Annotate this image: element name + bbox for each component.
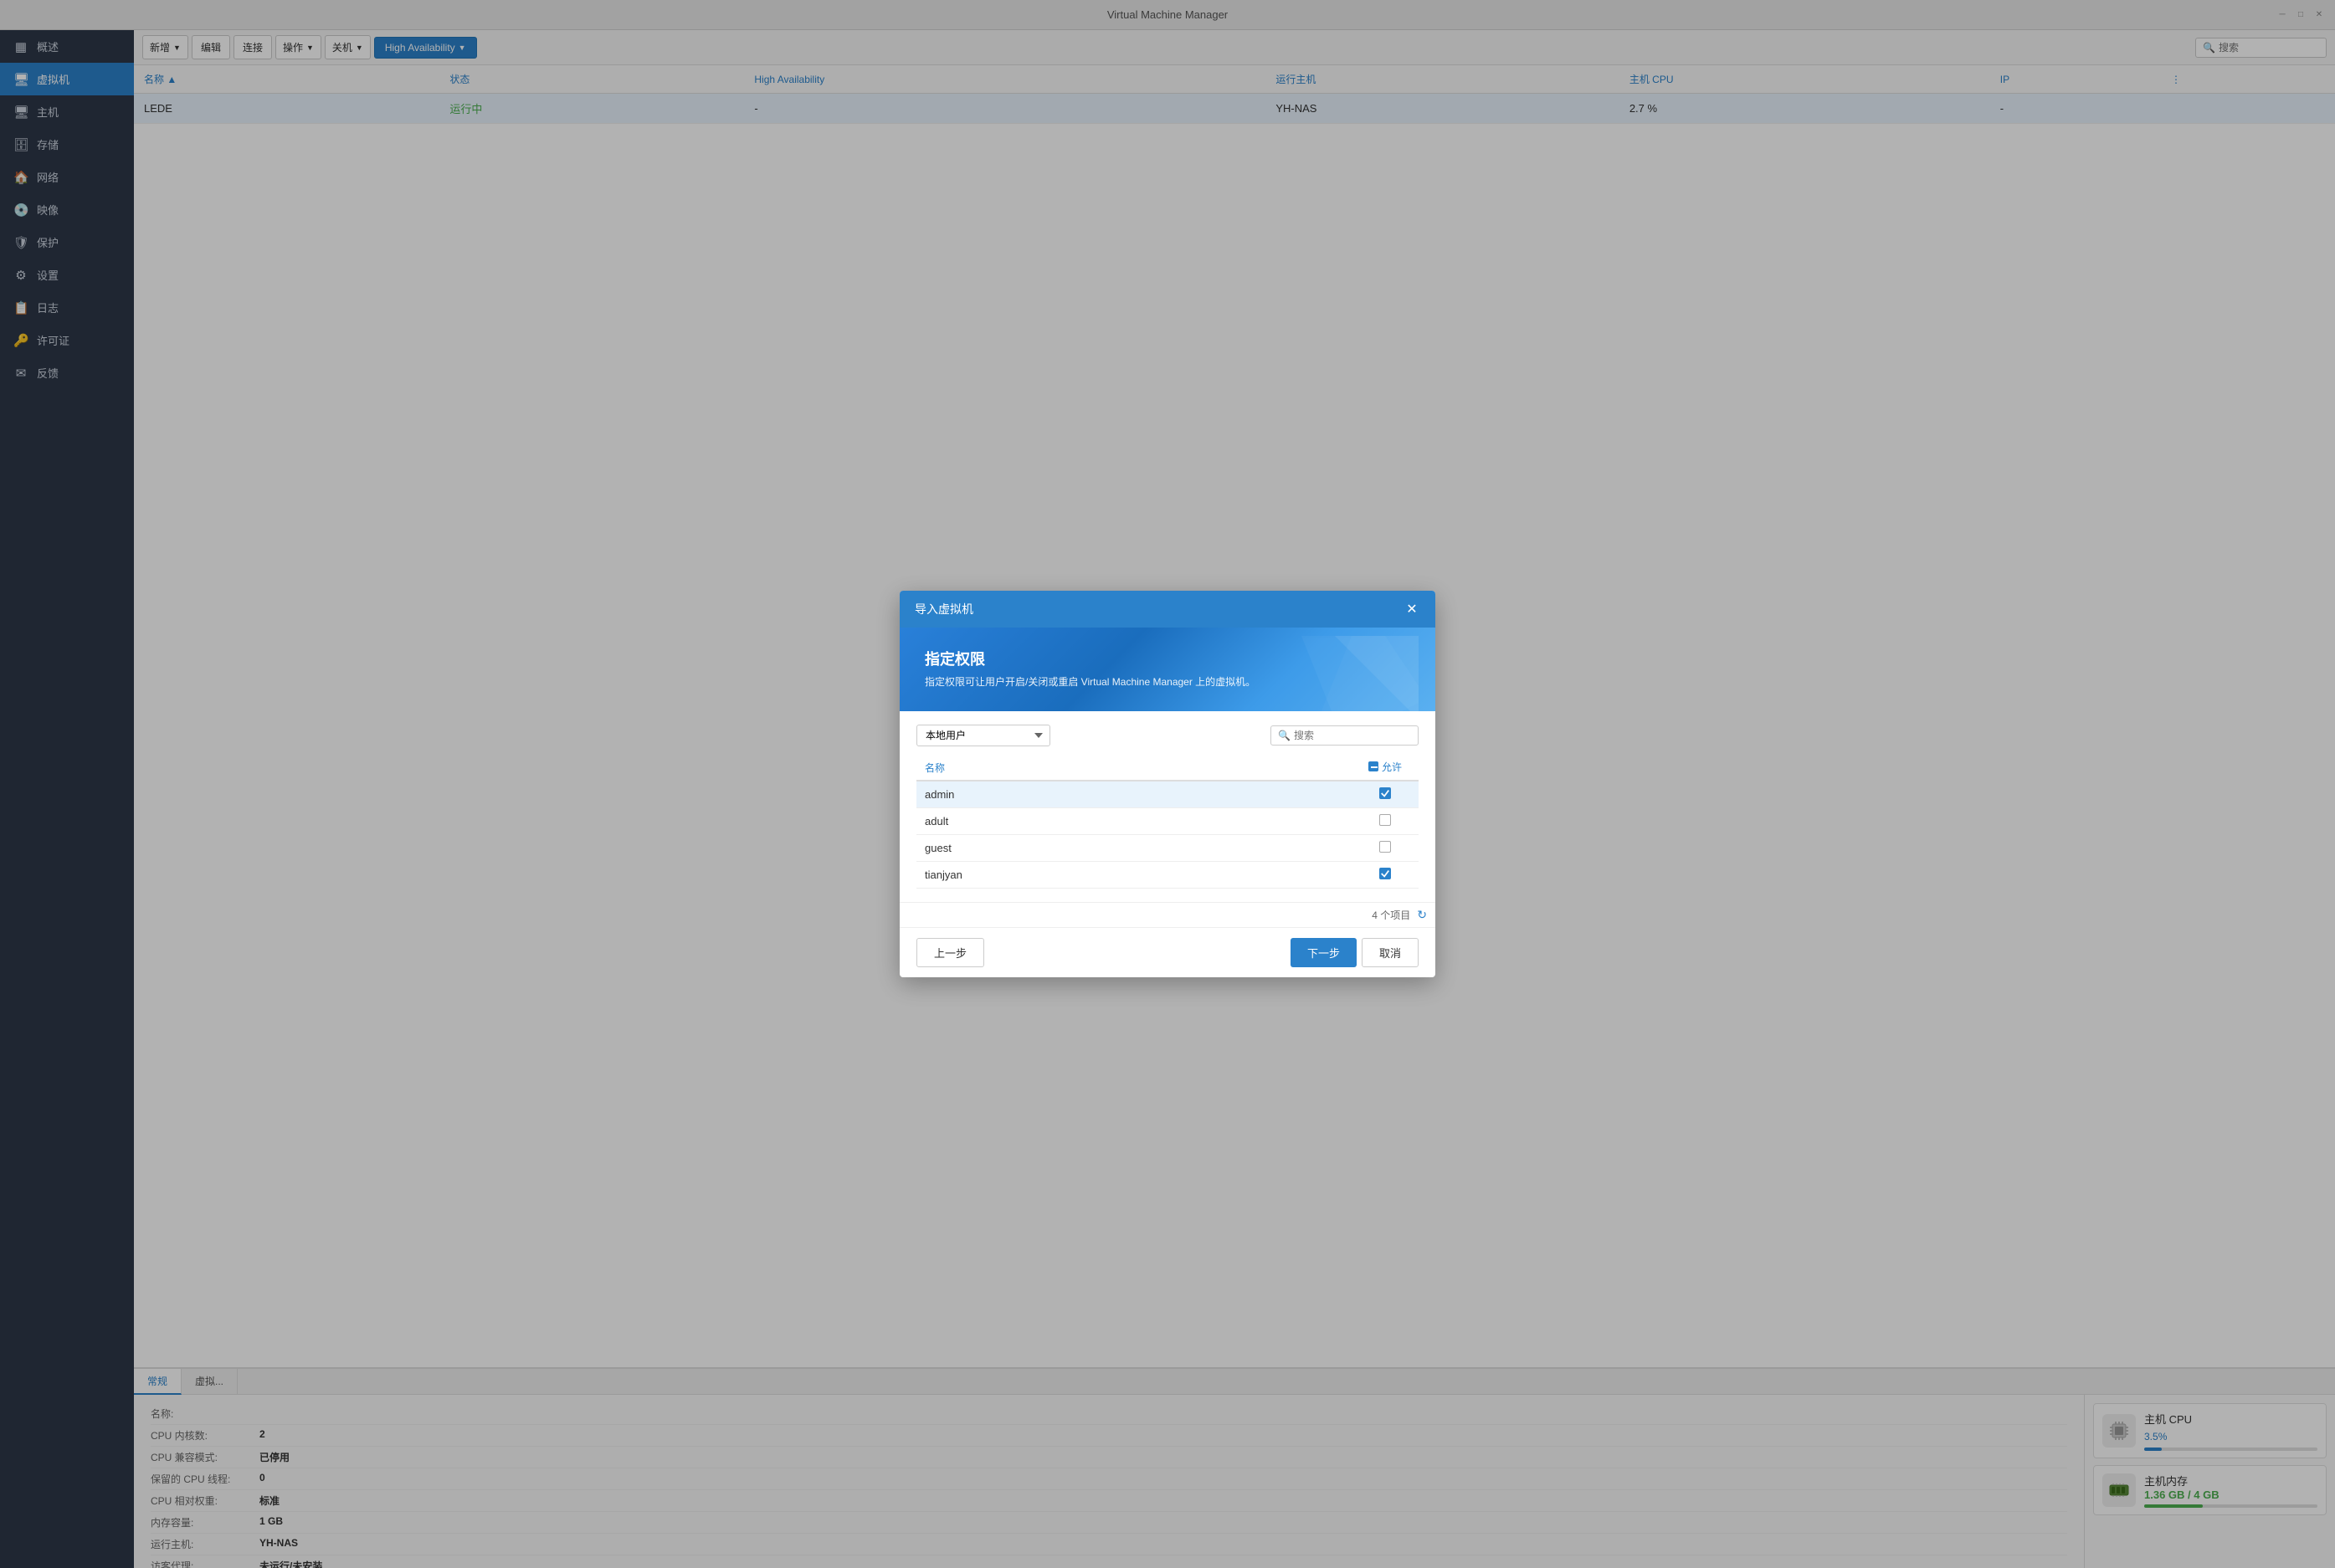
- user-allow-cell: [1352, 808, 1419, 835]
- user-allow-cell: [1352, 835, 1419, 862]
- prev-button[interactable]: 上一步: [916, 938, 984, 967]
- user-table-row[interactable]: adult: [916, 808, 1419, 835]
- refresh-button[interactable]: ↻: [1417, 908, 1427, 922]
- dialog-banner: 指定权限 指定权限可让用户开启/关闭或重启 Virtual Machine Ma…: [900, 628, 1435, 711]
- banner-decoration: [1251, 636, 1419, 711]
- import-vm-dialog: 导入虚拟机 ✕ 指定权限 指定权限可让用户开启/关闭或重启 Virtual Ma…: [900, 591, 1435, 978]
- user-allow-cell: [1352, 862, 1419, 889]
- filter-search-input[interactable]: [1294, 730, 1411, 741]
- allow-all-checkbox[interactable]: [1368, 761, 1378, 771]
- dialog-actions: 上一步 下一步 取消: [900, 927, 1435, 977]
- dialog-close-button[interactable]: ✕: [1404, 601, 1420, 617]
- user-name-cell: admin: [916, 781, 1352, 808]
- user-type-select[interactable]: 本地用户: [916, 725, 1050, 746]
- item-count: 4 个项目: [908, 908, 1410, 922]
- checkmark-icon: [1380, 787, 1390, 799]
- filter-search-box: 🔍: [1270, 725, 1419, 746]
- user-name-cell: guest: [916, 835, 1352, 862]
- dialog-title: 导入虚拟机: [915, 601, 973, 617]
- checkmark-icon: [1380, 868, 1390, 879]
- allow-checkbox[interactable]: [1379, 787, 1391, 799]
- user-table-row[interactable]: guest: [916, 835, 1419, 862]
- user-allow-cell: [1352, 781, 1419, 808]
- right-action-buttons: 下一步 取消: [1291, 938, 1419, 967]
- user-table-row[interactable]: admin: [916, 781, 1419, 808]
- dialog-footer-bar: 4 个项目 ↻: [900, 902, 1435, 927]
- banner-deco-svg: [1251, 636, 1419, 711]
- allow-checkbox[interactable]: [1379, 841, 1391, 853]
- filter-row: 本地用户 🔍: [916, 725, 1419, 746]
- user-table-row[interactable]: tianjyan: [916, 862, 1419, 889]
- users-table: 名称 允许 admin: [916, 755, 1419, 889]
- dialog-body: 本地用户 🔍 名称: [900, 711, 1435, 903]
- allow-checkbox[interactable]: [1379, 868, 1391, 879]
- indeterminate-icon: [1369, 762, 1379, 772]
- dialog-overlay: 导入虚拟机 ✕ 指定权限 指定权限可让用户开启/关闭或重启 Virtual Ma…: [0, 0, 2335, 1568]
- cancel-button[interactable]: 取消: [1362, 938, 1419, 967]
- user-name-cell: adult: [916, 808, 1352, 835]
- filter-search-icon: 🔍: [1278, 730, 1291, 741]
- users-col-name: 名称: [916, 755, 1352, 781]
- allow-checkbox[interactable]: [1379, 814, 1391, 826]
- next-button[interactable]: 下一步: [1291, 938, 1357, 967]
- users-col-allow: 允许: [1352, 755, 1419, 781]
- dialog-header: 导入虚拟机 ✕: [900, 591, 1435, 628]
- user-name-cell: tianjyan: [916, 862, 1352, 889]
